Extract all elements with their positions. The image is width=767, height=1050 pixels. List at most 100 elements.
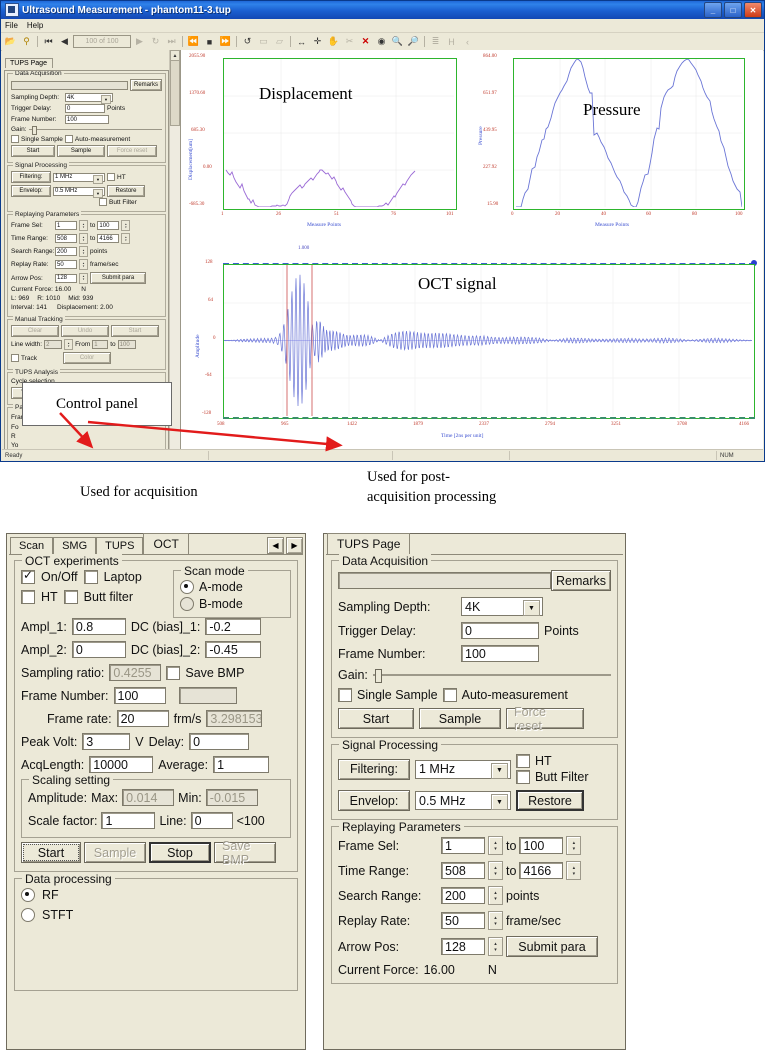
ampl2-input[interactable]: 0 <box>71 641 126 658</box>
trigger-delay-input[interactable]: 0 <box>65 104 105 113</box>
tab-tups-page[interactable]: TUPS Page <box>5 58 53 68</box>
dc1-input[interactable]: -0.2 <box>205 618 262 635</box>
sampling-depth-select[interactable]: 4K ▼ <box>65 93 113 104</box>
stft-radio[interactable] <box>21 908 35 922</box>
tups-remarks-input[interactable] <box>338 572 551 589</box>
rewind-icon[interactable]: ⏪ <box>186 34 201 49</box>
tups-replay-rate-input[interactable]: 50 <box>441 912 485 929</box>
filtering-select[interactable]: 1 MHz ▼ <box>53 172 105 184</box>
tab-tups-page-dialog[interactable]: TUPS Page <box>327 533 411 554</box>
oct-frame-number-input[interactable]: 100 <box>113 687 166 704</box>
acq-length-input[interactable]: 10000 <box>89 756 154 773</box>
submit-para-button[interactable]: Submit para <box>90 272 146 284</box>
tups-arrow-pos-input[interactable]: 128 <box>441 938 485 955</box>
tups-envelop-chevron-icon[interactable]: ▼ <box>491 794 508 810</box>
minimize-icon[interactable]: _ <box>704 2 722 18</box>
remarks-button[interactable]: Remarks <box>129 79 162 91</box>
tups-frame-sel-to-input[interactable]: 100 <box>519 837 564 854</box>
menu-help[interactable]: Help <box>27 21 43 30</box>
onoff-checkbox[interactable] <box>21 568 35 584</box>
average-input[interactable]: 1 <box>213 756 270 773</box>
sample-button[interactable]: Sample <box>57 145 105 157</box>
tab-scan[interactable]: Scan <box>10 537 54 554</box>
back-icon[interactable]: ‹ <box>460 34 475 49</box>
gain-slider[interactable] <box>28 126 162 135</box>
chevron-down-icon[interactable]: ▼ <box>101 95 111 104</box>
ampl1-input[interactable]: 0.8 <box>71 618 126 635</box>
tups-sample-button[interactable]: Sample <box>419 708 501 729</box>
menu-file[interactable]: File <box>5 21 18 30</box>
tups-filtering-select[interactable]: 1 MHz ▼ <box>415 759 511 779</box>
tab-next-icon[interactable]: ▶ <box>286 537 303 554</box>
time-range-from-input[interactable]: 508 <box>55 234 77 243</box>
tups-start-button[interactable]: Start <box>338 708 414 729</box>
oct-start-button[interactable]: Start <box>21 842 81 863</box>
time-range-to-spinner[interactable]: ▴ ▾ <box>121 233 131 244</box>
copy-icon[interactable]: ▭ <box>256 34 271 49</box>
line-input[interactable]: 0 <box>190 812 233 829</box>
delete-x-icon[interactable]: ✕ <box>358 34 373 49</box>
frame-sel-to-input[interactable]: 100 <box>97 221 120 230</box>
loop-icon[interactable]: ↻ <box>148 34 163 49</box>
frame-number-input[interactable]: 100 <box>65 115 109 124</box>
scale-factor-input[interactable]: 1 <box>101 812 156 829</box>
butt-filter-checkbox[interactable] <box>99 198 107 206</box>
tab-prev-icon[interactable]: ◀ <box>267 537 284 554</box>
key-icon[interactable]: ⚲ <box>19 34 34 49</box>
help-icon[interactable]: H <box>444 34 459 49</box>
frame-sel-from-spinner[interactable]: ▴ ▾ <box>79 220 88 231</box>
oct-butt-filter-checkbox[interactable] <box>63 590 78 604</box>
tups-filtering-chevron-icon[interactable]: ▼ <box>491 762 508 779</box>
frame-sel-to-spinner[interactable]: ▴ ▾ <box>121 220 131 231</box>
oct-frame-rate-input[interactable]: 20 <box>116 710 169 727</box>
chevron-down-icon-filtering[interactable]: ▼ <box>93 174 103 184</box>
tups-ht-checkbox[interactable] <box>516 754 530 768</box>
paste-icon[interactable]: ▱ <box>272 34 287 49</box>
time-range-to-input[interactable]: 4166 <box>97 234 120 243</box>
tups-remarks-button[interactable]: Remarks <box>551 570 611 591</box>
tups-envelop-select[interactable]: 0.5 MHz ▼ <box>415 791 511 810</box>
oct-delay-input[interactable]: 0 <box>189 733 250 750</box>
a-mode-radio[interactable] <box>180 580 194 594</box>
tups-restore-button[interactable]: Restore <box>516 790 584 811</box>
rf-radio[interactable] <box>21 888 35 902</box>
zoom-in-icon[interactable]: 🔍 <box>390 34 405 49</box>
save-bmp-checkbox[interactable] <box>166 665 181 680</box>
time-range-from-spinner[interactable]: ▴ ▾ <box>79 233 88 244</box>
envelop-select[interactable]: 0.5 MHz ▼ <box>53 186 105 198</box>
tups-chevron-down-icon[interactable]: ▼ <box>523 600 540 616</box>
tups-replay-rate-spinner[interactable]: ▴ ▾ <box>488 911 503 930</box>
zoom-out-icon[interactable]: 🔎 <box>406 34 421 49</box>
search-range-spinner[interactable]: ▴ ▾ <box>79 246 88 257</box>
horizontal-resize-icon[interactable]: ↔ <box>294 34 309 49</box>
hand-icon[interactable]: ✋ <box>326 34 341 49</box>
restore-button[interactable]: Restore <box>107 185 145 197</box>
last-frame-icon[interactable]: ⏭ <box>164 34 179 49</box>
play-icon[interactable]: ▶ <box>132 34 147 49</box>
tab-smg[interactable]: SMG <box>53 537 97 554</box>
oct-stop-button[interactable]: Stop <box>149 842 211 863</box>
tups-arrow-pos-spinner[interactable]: ▴ ▾ <box>488 937 503 956</box>
open-folder-icon[interactable]: 📂 <box>3 34 18 49</box>
replay-rate-input[interactable]: 50 <box>55 260 77 269</box>
single-sample-checkbox[interactable] <box>11 135 19 143</box>
frame-sel-from-input[interactable]: 1 <box>55 221 77 230</box>
auto-measurement-checkbox[interactable] <box>64 135 73 143</box>
ht-checkbox[interactable] <box>107 173 115 181</box>
b-mode-radio[interactable] <box>180 597 194 611</box>
dc2-input[interactable]: -0.45 <box>205 641 262 658</box>
tups-gain-slider[interactable] <box>372 669 611 683</box>
prev-frame-icon[interactable]: ◀ <box>57 34 72 49</box>
stop-icon[interactable]: ■ <box>202 34 217 49</box>
tups-sampling-depth-select[interactable]: 4K ▼ <box>461 597 543 616</box>
chevron-down-icon-envelop[interactable]: ▼ <box>93 188 103 198</box>
crosshair-icon[interactable]: ✛ <box>310 34 325 49</box>
search-range-input[interactable]: 200 <box>55 247 77 256</box>
tups-time-range-to-input[interactable]: 4166 <box>519 862 564 879</box>
tups-frame-sel-to-spinner[interactable]: ▴ ▾ <box>566 836 582 855</box>
tups-butt-filter-checkbox[interactable] <box>516 770 530 784</box>
tups-auto-measurement-checkbox[interactable] <box>442 688 457 702</box>
tups-search-range-spinner[interactable]: ▴ ▾ <box>488 886 503 905</box>
filtering-button[interactable]: Filtering: <box>11 171 51 183</box>
tups-submit-para-button[interactable]: Submit para <box>506 936 598 957</box>
